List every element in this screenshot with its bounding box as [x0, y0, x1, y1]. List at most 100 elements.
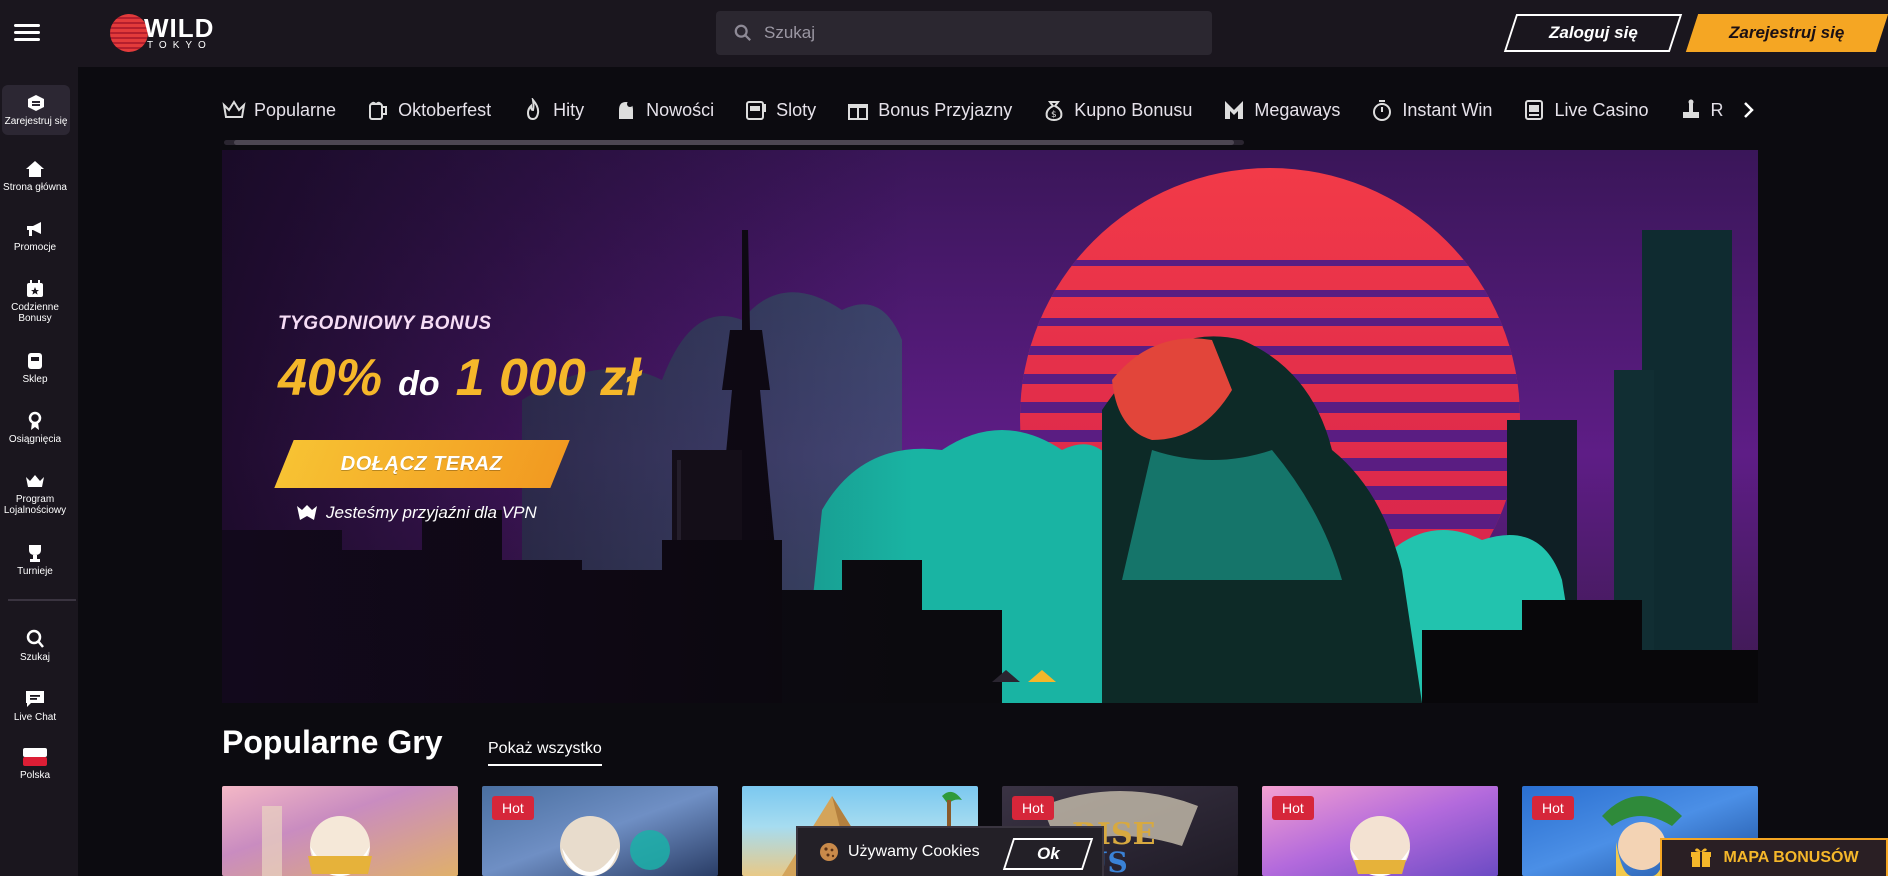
join-now-button[interactable]: DOŁĄCZ TERAZ	[274, 440, 570, 488]
category-hits[interactable]: Hity	[521, 98, 584, 122]
category-megaways[interactable]: Megaways	[1222, 98, 1340, 122]
jackpot-icon	[1682, 99, 1699, 118]
gift-icon	[848, 104, 869, 120]
category-new[interactable]: Nowości	[614, 98, 714, 122]
category-label: Bonus Przyjazny	[878, 99, 1013, 120]
slider-indicator-icon[interactable]	[982, 664, 1062, 684]
game-tile[interactable]: Hot	[1262, 786, 1498, 876]
sidebar-item-label: Promocje	[13, 242, 57, 253]
cookie-icon	[820, 843, 838, 861]
logo-sub: TOKYO	[147, 40, 212, 51]
cookie-text: Używamy Cookies	[848, 843, 980, 860]
category-next-button[interactable]	[1720, 92, 1758, 128]
sidebar-item-home[interactable]: Strona główna	[0, 159, 70, 193]
trophy-icon	[29, 545, 41, 562]
search-bar[interactable]	[716, 11, 1212, 55]
join-now-label: DOŁĄCZ TERAZ	[341, 452, 503, 475]
hero-percent: 40%	[278, 349, 383, 407]
sidebar-item-label: Sklep	[22, 374, 48, 385]
sidebar-divider	[8, 599, 76, 601]
sidebar-item-tournaments[interactable]: Turnieje	[0, 543, 70, 577]
gift-icon	[1691, 848, 1712, 867]
category-label: Live Casino	[1554, 99, 1649, 120]
category-bonus-buy[interactable]: $ Kupno Bonusu	[1042, 98, 1192, 122]
category-slots[interactable]: Sloty	[744, 98, 816, 122]
vpn-note: Jesteśmy przyjaźni dla VPN	[296, 503, 537, 523]
category-label: Popularne	[254, 99, 337, 120]
vpn-note-text: Jesteśmy przyjaźni dla VPN	[326, 503, 537, 522]
category-oktoberfest[interactable]: Oktoberfest	[366, 98, 491, 122]
search-input[interactable]	[764, 23, 1184, 43]
category-scrollbar-thumb[interactable]	[234, 140, 1234, 145]
logo-sun-icon	[110, 14, 148, 52]
logo[interactable]: WILD TOKYO	[110, 14, 214, 52]
game-tile[interactable]: Hot	[482, 786, 718, 876]
register-label: Zarejestruj się	[1729, 23, 1845, 42]
register-icon	[28, 95, 44, 111]
sidebar-item-label: Osiągnięcia	[8, 434, 62, 445]
slot-machine-icon	[746, 101, 767, 120]
category-label: Megaways	[1254, 99, 1341, 120]
money-bag-icon: $	[1045, 101, 1063, 122]
sidebar-item-label: Zarejestruj się	[4, 116, 68, 127]
medal-icon	[28, 411, 42, 430]
category-scrollbar[interactable]	[224, 140, 1244, 145]
category-bonus-friendly[interactable]: Bonus Przyjazny	[846, 98, 1012, 122]
hot-badge: Hot	[1272, 796, 1314, 820]
sidebar-item-search[interactable]: Szukaj	[0, 629, 70, 663]
home-icon	[26, 161, 44, 177]
beer-mug-icon	[369, 101, 388, 120]
sidebar-item-label: Program Lojalnościowy	[3, 494, 67, 516]
category-label: Oktoberfest	[398, 99, 492, 120]
menu-icon[interactable]	[14, 24, 40, 42]
hot-badge: Hot	[492, 796, 534, 820]
search-icon	[734, 24, 751, 41]
register-button[interactable]: Zarejestruj się	[1685, 14, 1888, 52]
game-thumbnail	[262, 806, 372, 876]
hero-slider-dots[interactable]	[982, 664, 1062, 684]
chat-icon	[26, 691, 44, 707]
stopwatch-icon	[1373, 100, 1392, 121]
wild-tokyo-mark-icon	[297, 505, 317, 520]
category-jackpot[interactable]: R	[1679, 98, 1724, 122]
sidebar-item-loyalty[interactable]: Program Lojalnościowy	[0, 471, 70, 516]
category-label: Kupno Bonusu	[1074, 99, 1193, 120]
bonus-map-button[interactable]: MAPA BONUSÓW	[1660, 838, 1888, 876]
hero-connector: do	[398, 365, 440, 403]
category-live-casino[interactable]: Live Casino	[1522, 98, 1649, 122]
sidebar-item-label: Szukaj	[19, 652, 50, 663]
hot-badge: Hot	[1532, 796, 1574, 820]
login-button[interactable]: Zaloguj się	[1503, 14, 1683, 52]
sidebar-item-label: Strona główna	[3, 182, 67, 193]
show-all-link[interactable]: Pokaż wszystko	[488, 740, 602, 766]
section-title: Popularne Gry	[222, 724, 443, 760]
sidebar-item-language[interactable]: Polska	[0, 747, 70, 781]
sidebar-item-daily-bonuses[interactable]: Codzienne Bonusy	[0, 279, 70, 324]
category-nav: Popularne Oktoberfest Hity Nowości Sloty…	[222, 90, 1762, 130]
hero-offer: 40% do 1 000 zł	[278, 348, 641, 408]
svg-text:$: $	[1051, 110, 1057, 120]
chevron-right-icon	[1744, 102, 1754, 118]
category-popular[interactable]: Popularne	[222, 98, 336, 122]
category-instant-win[interactable]: Instant Win	[1370, 98, 1492, 122]
megaphone-icon	[27, 222, 41, 236]
cookie-banner: Używamy Cookies Ok	[796, 826, 1104, 876]
store-icon	[28, 353, 42, 369]
game-tile[interactable]	[222, 786, 458, 876]
poland-flag-icon	[23, 748, 47, 766]
hero-banner[interactable]: TYGODNIOWY BONUS 40% do 1 000 zł DOŁĄCZ …	[222, 150, 1758, 703]
hero-headline: TYGODNIOWY BONUS	[278, 313, 492, 334]
category-label: Nowości	[646, 99, 715, 120]
sidebar-item-register[interactable]: Zarejestruj się	[2, 85, 70, 135]
cookie-ok-button[interactable]: Ok	[1002, 838, 1094, 870]
sidebar-item-label: Codzienne Bonusy	[11, 302, 59, 324]
category-label: Sloty	[776, 99, 817, 120]
sidebar-item-store[interactable]: Sklep	[0, 351, 70, 385]
sidebar-item-promotions[interactable]: Promocje	[0, 219, 70, 253]
cards-icon	[1525, 100, 1544, 120]
sidebar-item-achievements[interactable]: Osiągnięcia	[0, 411, 70, 445]
sidebar-item-live-chat[interactable]: Live Chat	[0, 689, 70, 723]
hero-amount: 1 000 zł	[455, 349, 641, 407]
sidebar-item-label: Live Chat	[13, 712, 57, 723]
login-label: Zaloguj się	[1548, 23, 1638, 42]
